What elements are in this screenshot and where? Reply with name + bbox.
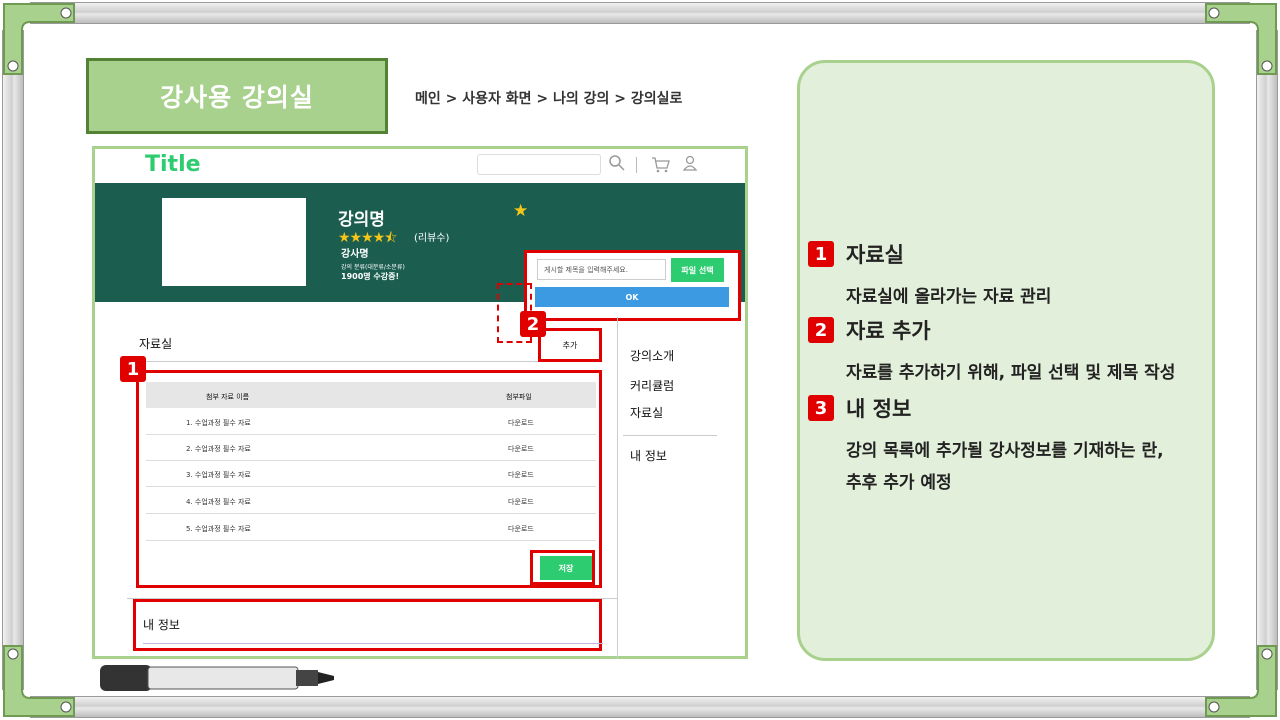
note-3-badge: 3 (808, 395, 834, 421)
title-input[interactable]: 게시할 제목을 입력해주세요. (537, 259, 666, 280)
search-input[interactable] (477, 154, 601, 175)
favorite-star-icon[interactable]: ★ (513, 201, 528, 221)
note-1: 1 자료실 자료실에 올라가는 자료 관리 (808, 239, 1051, 313)
download-link[interactable]: 다운로드 (508, 470, 534, 480)
table-row: 3. 수업과정 필수 자료 다운로드 (146, 461, 596, 487)
teacher-name: 강사명 (341, 249, 369, 260)
add-button[interactable]: 추가 (538, 328, 602, 362)
board-frame-bottom (30, 696, 1250, 718)
board-frame-top (30, 2, 1250, 24)
note-1-desc: 자료실에 올라가는 자료 관리 (846, 287, 1052, 307)
board-corner-top-right (1202, 0, 1280, 78)
file-select-button[interactable]: 파일 선택 (671, 258, 724, 282)
marker-2: 2 (520, 311, 546, 337)
download-link[interactable]: 다운로드 (508, 497, 534, 507)
board-frame-left (2, 30, 24, 690)
marker-pen-icon (98, 661, 338, 695)
ok-button[interactable]: OK (535, 287, 729, 307)
board-corner-top-left (0, 0, 78, 78)
sidebar-separator (623, 435, 717, 436)
table-row: 2. 수업과정 필수 자료 다운로드 (146, 435, 596, 461)
material-name: 4. 수업과정 필수 자료 (186, 498, 251, 506)
sidebar-item-intro[interactable]: 강의소개 (630, 347, 674, 364)
note-2-title: 자료 추가 (846, 319, 931, 343)
material-name: 3. 수업과정 필수 자료 (186, 471, 251, 479)
materials-section-title: 자료실 (139, 337, 173, 351)
search-icon[interactable] (608, 154, 626, 172)
note-3: 3 내 정보 강의 목록에 추가될 강사정보를 기재하는 란, 추후 추가 예정 (808, 393, 1164, 499)
user-icon[interactable] (681, 154, 699, 172)
note-1-badge: 1 (808, 241, 834, 267)
review-count: (리뷰수) (414, 233, 450, 244)
sidebar-item-my-info[interactable]: 내 정보 (630, 447, 667, 464)
board-frame-right (1256, 30, 1278, 690)
note-2-badge: 2 (808, 317, 834, 343)
cart-icon[interactable] (651, 156, 670, 174)
course-thumbnail (162, 198, 306, 286)
table-row: 4. 수업과정 필수 자료 다운로드 (146, 488, 596, 514)
lecture-room-mockup: Title 강의명 ★★★★⯪ (리뷰수) 강사명 강의 분류(대분류/소분류)… (92, 146, 748, 659)
board-corner-bottom-left (0, 642, 78, 720)
note-1-title: 자료실 (846, 243, 904, 267)
material-name: 1. 수업과정 필수 자료 (186, 419, 251, 427)
material-name: 2. 수업과정 필수 자료 (186, 445, 251, 453)
note-3-desc-line-2: 추후 추가 예정 (846, 473, 952, 493)
my-info-title: 내 정보 (143, 618, 180, 632)
breadcrumb: 메인 > 사용자 화면 > 나의 강의 > 강의실로 (415, 91, 683, 107)
table-row: 1. 수업과정 필수 자료 다운로드 (146, 409, 596, 435)
page-title-box: 강사용 강의실 (86, 58, 388, 134)
upload-dialog: 게시할 제목을 입력해주세요. 파일 선택 OK (524, 250, 741, 321)
save-button[interactable]: 저장 (540, 556, 592, 580)
sidebar-item-materials[interactable]: 자료실 (630, 404, 663, 421)
column-header-file: 첨부파일 (506, 393, 532, 401)
my-info-underline (143, 643, 603, 644)
note-2: 2 자료 추가 자료를 추가하기 위해, 파일 선택 및 제목 작성 (808, 315, 1175, 389)
note-3-title: 내 정보 (846, 397, 912, 421)
sidebar-divider (617, 317, 618, 659)
download-link[interactable]: 다운로드 (508, 418, 534, 428)
course-category: 강의 분류(대분류/소분류) (341, 264, 405, 271)
marker-1: 1 (120, 356, 146, 382)
board-corner-bottom-right (1202, 642, 1280, 720)
download-link[interactable]: 다운로드 (508, 444, 534, 454)
page-title: 강사용 강의실 (160, 83, 314, 112)
materials-divider (139, 361, 601, 362)
material-name: 5. 수업과정 필수 자료 (186, 525, 251, 533)
table-row: 5. 수업과정 필수 자료 다운로드 (146, 515, 596, 541)
site-logo[interactable]: Title (145, 152, 201, 177)
note-3-desc-line-1: 강의 목록에 추가될 강사정보를 기재하는 란, (846, 441, 1164, 461)
table-header: 첨부 자료 이름 첨부파일 (146, 382, 596, 408)
notes-panel: 1 자료실 자료실에 올라가는 자료 관리 2 자료 추가 자료를 추가하기 위… (797, 60, 1215, 661)
sidebar-item-curriculum[interactable]: 커리큘럼 (630, 377, 674, 394)
download-link[interactable]: 다운로드 (508, 524, 534, 534)
column-header-name: 첨부 자료 이름 (206, 393, 250, 401)
header-divider (636, 157, 637, 173)
student-count: 1900명 수강중! (341, 272, 400, 281)
note-2-desc: 자료를 추가하기 위해, 파일 선택 및 제목 작성 (846, 363, 1176, 383)
note-3-desc: 강의 목록에 추가될 강사정보를 기재하는 란, 추후 추가 예정 (846, 435, 1164, 499)
